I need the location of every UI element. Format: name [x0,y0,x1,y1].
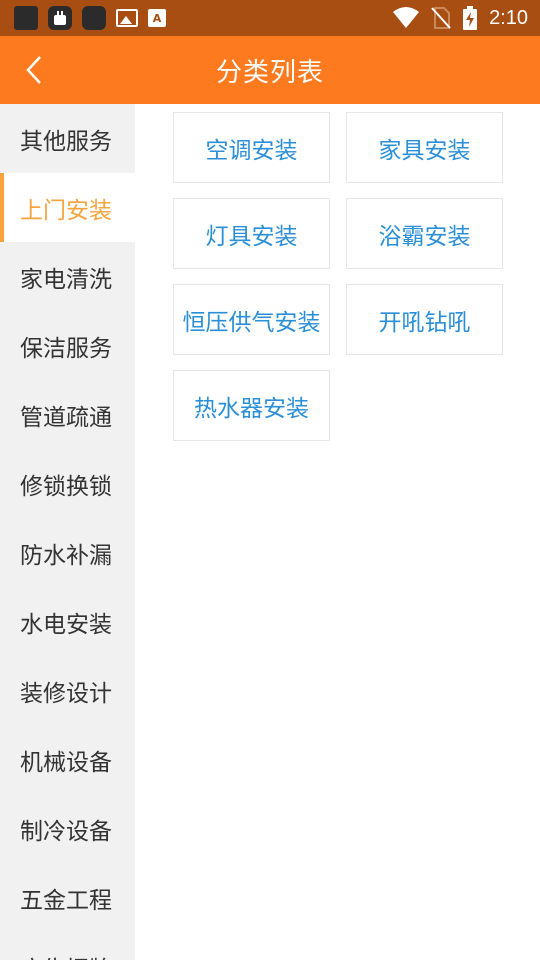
category-label: 恒压供气安装 [182,309,321,336]
category-label: 空调安装 [205,137,298,164]
sidebar-item-label: 水电安装 [20,611,112,638]
bag-icon [48,6,72,30]
sidebar-item-hardware-engineering[interactable]: 五金工程 [0,863,135,932]
category-sidebar: 其他服务 上门安装 家电清洗 保洁服务 管道疏通 修锁换锁 防水补漏 水电安装 … [0,104,135,960]
header-bar: 分类列表 [0,36,540,104]
status-bar-notifications: A [14,6,176,30]
app-icon [14,6,38,30]
category-label: 灯具安装 [205,223,298,250]
sidebar-item-decoration-design[interactable]: 装修设计 [0,656,135,725]
sidebar-item-label: 管道疏通 [20,404,112,431]
category-label: 家具安装 [378,137,471,164]
category-grid: 空调安装 家具安装 灯具安装 浴霸安装 恒压供气安装 开吼钻吼 热水器安装 [173,112,503,441]
status-bar: A 2:10 [0,0,540,36]
sidebar-item-plumbing-electrical[interactable]: 水电安装 [0,587,135,656]
sidebar-item-label: 其他服务 [20,128,112,155]
battery-charging-icon [463,6,478,30]
category-label: 浴霸安装 [378,223,471,250]
sidebar-item-pipe-dredging[interactable]: 管道疏通 [0,380,135,449]
sidebar-item-label: 装修设计 [20,680,112,707]
sidebar-item-label: 上门安装 [20,197,112,224]
sidebar-item-refrigeration[interactable]: 制冷设备 [0,794,135,863]
status-bar-system: 2:10 [381,6,528,30]
sidebar-item-waterproofing[interactable]: 防水补漏 [0,518,135,587]
wifi-icon [393,7,420,28]
image-icon [116,9,138,27]
back-button[interactable] [14,50,54,90]
sidebar-item-appliance-cleaning[interactable]: 家电清洗 [0,242,135,311]
sidebar-item-label: 防水补漏 [20,542,112,569]
category-label: 热水器安装 [194,395,309,422]
chevron-left-icon [26,56,41,84]
category-button[interactable]: 热水器安装 [173,370,330,441]
sidebar-item-label: 保洁服务 [20,335,112,362]
sidebar-item-label: 五金工程 [20,887,112,914]
sidebar-item-label: 机械设备 [20,749,112,776]
category-label: 开吼钻吼 [378,309,471,336]
sidebar-item-label: 广告招牌 [20,950,112,960]
sidebar-item-cleaning-services[interactable]: 保洁服务 [0,311,135,380]
page-title: 分类列表 [215,57,324,88]
category-button[interactable]: 恒压供气安装 [173,284,330,355]
sidebar-item-label: 家电清洗 [20,266,112,293]
status-time: 2:10 [489,6,528,29]
category-content: 空调安装 家具安装 灯具安装 浴霸安装 恒压供气安装 开吼钻吼 热水器安装 [135,104,540,960]
sidebar-item-lock-repair[interactable]: 修锁换锁 [0,449,135,518]
app-icon [82,6,106,30]
category-button[interactable]: 开吼钻吼 [346,284,503,355]
sidebar-item-machinery[interactable]: 机械设备 [0,725,135,794]
category-button[interactable]: 浴霸安装 [346,198,503,269]
no-sim-icon [431,7,451,29]
sidebar-item-label: 修锁换锁 [20,473,112,500]
sidebar-item-signage[interactable]: 广告招牌 [0,932,135,960]
category-button[interactable]: 空调安装 [173,112,330,183]
category-button[interactable]: 灯具安装 [173,198,330,269]
sidebar-item-other-services[interactable]: 其他服务 [0,104,135,173]
a-icon: A [148,9,166,27]
sidebar-item-onsite-installation[interactable]: 上门安装 [0,173,135,242]
category-button[interactable]: 家具安装 [346,112,503,183]
sidebar-item-label: 制冷设备 [20,818,112,845]
